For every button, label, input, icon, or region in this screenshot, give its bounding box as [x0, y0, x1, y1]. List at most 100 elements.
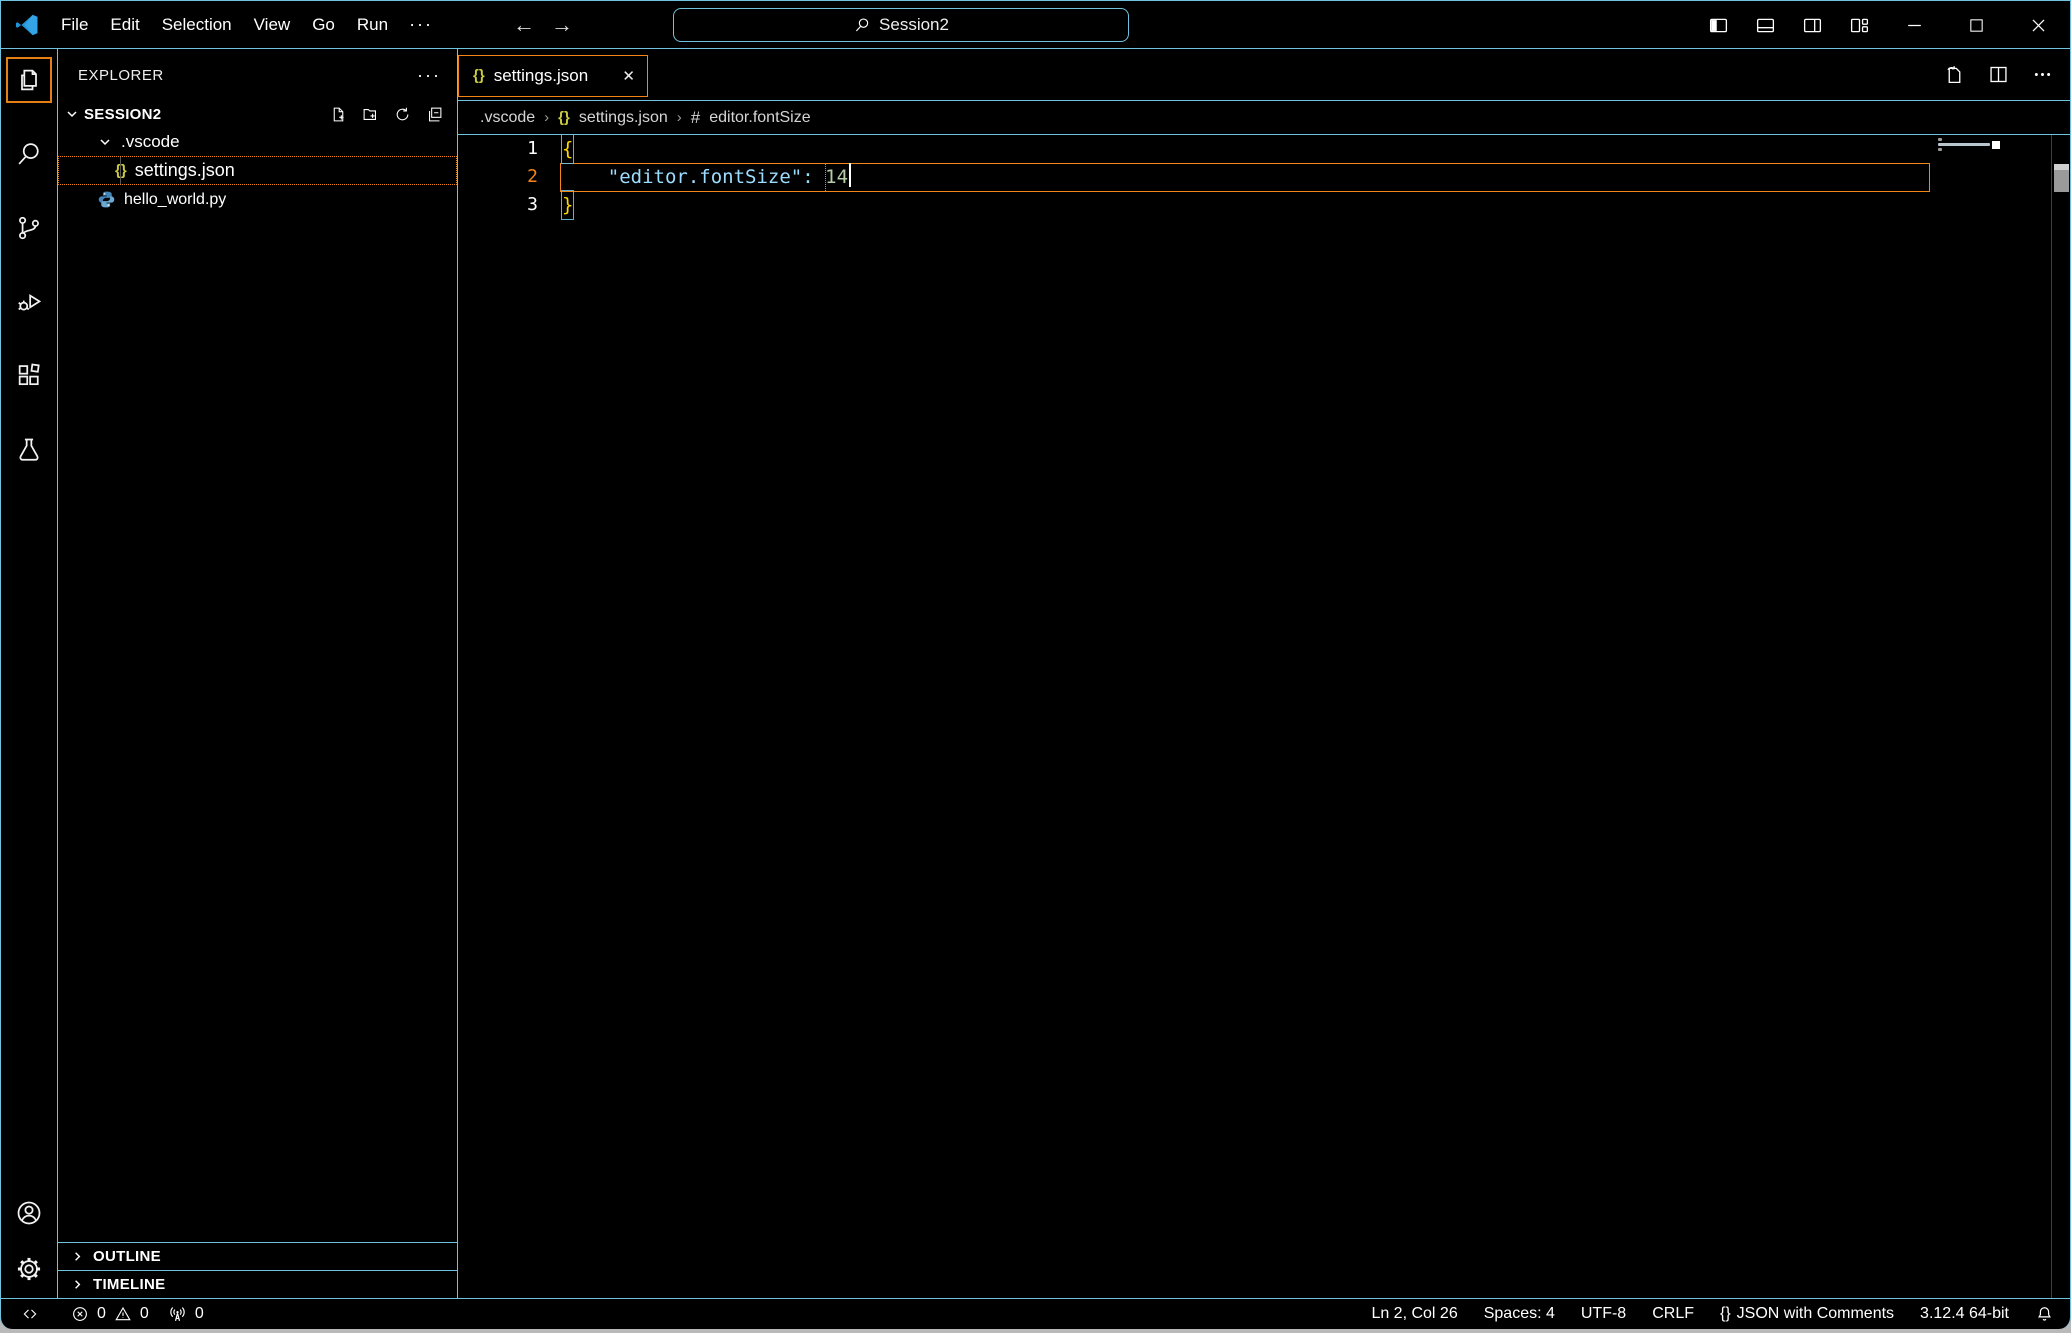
collapse-folders-icon[interactable]: [426, 106, 443, 123]
file-name: hello_world.py: [124, 191, 226, 209]
ports-count: 0: [195, 1305, 204, 1323]
chevron-down-icon: [64, 106, 80, 122]
toggle-panel-icon[interactable]: [1742, 15, 1789, 36]
editor-group: {} settings.json ✕ .vscod: [458, 49, 2070, 1298]
remote-indicator-icon[interactable]: [13, 1299, 47, 1329]
tree-item-vscode-folder[interactable]: .vscode: [58, 127, 457, 156]
tab-bar: {} settings.json ✕: [458, 49, 2070, 101]
error-icon: [71, 1305, 89, 1323]
breadcrumb-folder[interactable]: .vscode: [480, 109, 535, 127]
open-settings-ui-icon[interactable]: [1944, 64, 1965, 85]
timeline-panel-label: TIMELINE: [93, 1276, 165, 1293]
vertical-scrollbar[interactable]: [2051, 135, 2070, 1298]
outline-panel-label: OUTLINE: [93, 1248, 161, 1265]
search-icon: [853, 16, 871, 34]
title-bar: File Edit Selection View Go Run ··· ← → …: [1, 1, 2070, 49]
line-number-active: 2: [458, 163, 538, 191]
language-mode[interactable]: {} JSON with Comments: [1707, 1305, 1907, 1323]
code-editor[interactable]: 1{ 2 "editor.fontSize": 14 3}: [458, 135, 2070, 1298]
activity-run-debug-icon[interactable]: [6, 279, 52, 325]
line-number: 1: [458, 135, 538, 163]
json-key-token: "editor.fontSize": [608, 163, 802, 191]
breadcrumb: .vscode › {} settings.json › # editor.fo…: [458, 101, 2070, 135]
new-file-icon[interactable]: [330, 106, 347, 123]
tab-close-icon[interactable]: ✕: [622, 67, 635, 85]
vscode-window: File Edit Selection View Go Run ··· ← → …: [0, 0, 2071, 1329]
activity-bar: [1, 49, 58, 1298]
problems-indicator[interactable]: 0 0: [65, 1299, 155, 1329]
menu-more-ellipsis[interactable]: ···: [399, 8, 443, 41]
chevron-right-icon: ›: [544, 109, 549, 126]
workspace-section-header[interactable]: SESSION2: [58, 101, 457, 127]
radio-tower-icon: [168, 1305, 187, 1324]
cursor-position[interactable]: Ln 2, Col 26: [1358, 1305, 1470, 1323]
sidebar-title: EXPLORER: [78, 67, 164, 84]
json-file-icon: {}: [473, 67, 485, 84]
split-editor-icon[interactable]: [1988, 64, 2009, 85]
activity-testing-icon[interactable]: [6, 427, 52, 473]
code-line-1: 1{: [458, 135, 2070, 163]
menu-run[interactable]: Run: [346, 9, 399, 41]
editor-more-actions-icon[interactable]: [2032, 64, 2053, 85]
scrollbar-slider[interactable]: [2054, 164, 2069, 192]
chevron-down-icon: [97, 134, 113, 150]
chevron-right-icon: [70, 1277, 85, 1292]
status-bar: 0 0 0 Ln 2, Col 26 Spaces: 4 UTF-8 CRLF …: [1, 1298, 2070, 1329]
indentation-setting[interactable]: Spaces: 4: [1471, 1305, 1568, 1323]
line-number: 3: [458, 191, 538, 219]
json-file-icon: {}: [558, 109, 570, 126]
customize-layout-icon[interactable]: [1836, 15, 1883, 36]
menu-go[interactable]: Go: [301, 9, 346, 41]
explorer-more-actions-icon[interactable]: ···: [417, 65, 441, 86]
maximize-button[interactable]: [1946, 1, 2007, 49]
tree-indent-guide: [120, 157, 121, 184]
account-icon[interactable]: [6, 1190, 52, 1236]
file-name: settings.json: [135, 160, 235, 181]
json-braces-icon: {}: [1720, 1305, 1731, 1323]
activity-explorer-icon[interactable]: [6, 57, 52, 103]
tab-settings-json[interactable]: {} settings.json ✕: [458, 55, 648, 97]
activity-source-control-icon[interactable]: [6, 205, 52, 251]
text-cursor: [849, 163, 851, 187]
code-line-3: 3}: [458, 191, 2070, 219]
json-value-token: 14: [825, 163, 848, 191]
outline-panel-header[interactable]: OUTLINE: [58, 1242, 457, 1270]
tab-label: settings.json: [494, 66, 614, 86]
minimap[interactable]: [1930, 135, 2051, 1298]
code-line-2: 2 "editor.fontSize": 14: [458, 163, 2070, 191]
symbol-number-icon: #: [691, 108, 700, 128]
menu-edit[interactable]: Edit: [99, 9, 150, 41]
navigate-back-icon[interactable]: ←: [513, 12, 535, 38]
timeline-panel-header[interactable]: TIMELINE: [58, 1270, 457, 1298]
warning-icon: [114, 1305, 132, 1323]
folder-name: .vscode: [121, 132, 180, 152]
colon-token: :: [802, 163, 813, 191]
ports-indicator[interactable]: 0: [155, 1299, 217, 1329]
breadcrumb-symbol[interactable]: editor.fontSize: [709, 109, 810, 127]
minimap-cursor: [1992, 141, 2000, 149]
search-value: Session2: [879, 15, 949, 35]
settings-gear-icon[interactable]: [6, 1246, 52, 1292]
new-folder-icon[interactable]: [362, 106, 379, 123]
warning-count: 0: [140, 1305, 149, 1323]
command-center-search[interactable]: Session2: [673, 8, 1129, 42]
toggle-secondary-sidebar-icon[interactable]: [1789, 15, 1836, 36]
minimize-button[interactable]: [1883, 1, 1946, 49]
activity-extensions-icon[interactable]: [6, 353, 52, 399]
tree-item-hello-world-py[interactable]: hello_world.py: [58, 185, 457, 214]
tree-item-settings-json[interactable]: {} settings.json: [58, 156, 457, 185]
menu-file[interactable]: File: [50, 9, 99, 41]
eol-setting[interactable]: CRLF: [1639, 1305, 1707, 1323]
menu-view[interactable]: View: [243, 9, 302, 41]
refresh-icon[interactable]: [394, 106, 411, 123]
navigate-forward-icon[interactable]: →: [551, 12, 573, 38]
notifications-bell-icon[interactable]: [2022, 1305, 2060, 1324]
encoding-setting[interactable]: UTF-8: [1568, 1305, 1639, 1323]
toggle-primary-sidebar-icon[interactable]: [1695, 15, 1742, 36]
workspace-name: SESSION2: [84, 106, 161, 123]
close-button[interactable]: [2007, 1, 2070, 49]
python-interpreter[interactable]: 3.12.4 64-bit: [1907, 1305, 2022, 1323]
menu-selection[interactable]: Selection: [151, 9, 243, 41]
breadcrumb-file[interactable]: settings.json: [579, 109, 668, 127]
activity-search-icon[interactable]: [6, 131, 52, 177]
